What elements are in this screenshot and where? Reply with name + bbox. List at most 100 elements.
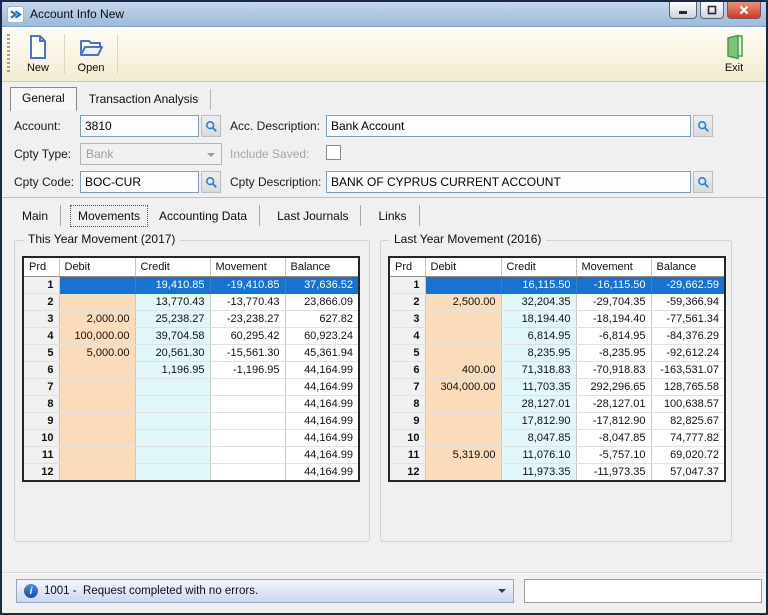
minimize-button[interactable] — [669, 2, 697, 19]
column-header-movement[interactable]: Movement — [210, 257, 286, 277]
column-header-balance[interactable]: Balance — [651, 257, 726, 277]
column-header-prd[interactable]: Prd — [23, 257, 60, 277]
table-row[interactable]: 7 44,164.99 — [23, 378, 360, 396]
cell-bal[interactable]: 100,638.57 — [651, 395, 726, 413]
cell-debit[interactable] — [59, 361, 136, 379]
cell-move[interactable]: -5,757.10 — [576, 446, 652, 464]
cell-bal[interactable]: 44,164.99 — [285, 395, 360, 413]
column-header-debit[interactable]: Debit — [59, 257, 136, 277]
table-row[interactable]: 11 5,319.00 11,076.10 -5,757.10 69,020.72 — [389, 446, 726, 464]
cell-move[interactable]: -70,918.83 — [576, 361, 652, 379]
cell-bal[interactable]: 627.82 — [285, 310, 360, 328]
cell-prd[interactable]: 8 — [23, 395, 60, 413]
close-button[interactable] — [727, 2, 761, 19]
cell-credit[interactable] — [135, 463, 211, 482]
cell-debit[interactable]: 2,000.00 — [59, 310, 136, 328]
cell-credit[interactable]: 71,318.83 — [501, 361, 577, 379]
cell-prd[interactable]: 7 — [23, 378, 60, 396]
cell-bal[interactable]: -84,376.29 — [651, 327, 726, 345]
table-row[interactable]: 9 44,164.99 — [23, 412, 360, 430]
cell-credit[interactable]: 11,076.10 — [501, 446, 577, 464]
subtab-last-journals[interactable]: Last Journals — [270, 206, 355, 226]
cell-bal[interactable]: -29,662.59 — [651, 276, 726, 294]
cell-bal[interactable]: -163,531.07 — [651, 361, 726, 379]
cell-prd[interactable]: 5 — [23, 344, 60, 362]
cell-prd[interactable]: 8 — [389, 395, 426, 413]
table-row[interactable]: 2 2,500.00 32,204.35 -29,704.35 -59,366.94 — [389, 293, 726, 311]
cell-bal[interactable]: 44,164.99 — [285, 429, 360, 447]
cell-debit[interactable] — [425, 429, 502, 447]
cell-prd[interactable]: 12 — [389, 463, 426, 482]
table-row[interactable]: 3 2,000.00 25,238.27 -23,238.27 627.82 — [23, 310, 360, 328]
table-row[interactable]: 6 400.00 71,318.83 -70,918.83 -163,531.07 — [389, 361, 726, 379]
table-row[interactable]: 10 8,047.85 -8,047.85 74,777.82 — [389, 429, 726, 447]
cell-debit[interactable]: 5,000.00 — [59, 344, 136, 362]
cell-move[interactable]: -13,770.43 — [210, 293, 286, 311]
cpty-code-input[interactable] — [80, 171, 199, 193]
cell-move[interactable]: -28,127.01 — [576, 395, 652, 413]
cell-bal[interactable]: 82,825.67 — [651, 412, 726, 430]
cell-debit[interactable]: 100,000.00 — [59, 327, 136, 345]
cell-bal[interactable]: 45,361.94 — [285, 344, 360, 362]
cell-debit[interactable] — [59, 395, 136, 413]
cell-move[interactable]: 292,296.65 — [576, 378, 652, 396]
cell-bal[interactable]: 57,047.37 — [651, 463, 726, 482]
column-header-prd[interactable]: Prd — [389, 257, 426, 277]
cell-credit[interactable]: 25,238.27 — [135, 310, 211, 328]
cell-prd[interactable]: 11 — [23, 446, 60, 464]
cell-credit[interactable]: 20,561.30 — [135, 344, 211, 362]
column-header-debit[interactable]: Debit — [425, 257, 502, 277]
cell-bal[interactable]: -77,561.34 — [651, 310, 726, 328]
table-row[interactable]: 8 44,164.99 — [23, 395, 360, 413]
cell-credit[interactable]: 28,127.01 — [501, 395, 577, 413]
cell-move[interactable]: -29,704.35 — [576, 293, 652, 311]
cpty-description-search-button[interactable] — [693, 171, 713, 193]
cell-move[interactable]: -19,410.85 — [210, 276, 286, 294]
cell-credit[interactable]: 11,973.35 — [501, 463, 577, 482]
cell-debit[interactable] — [425, 344, 502, 362]
acc-description-input[interactable] — [326, 115, 691, 137]
cell-bal[interactable]: 69,020.72 — [651, 446, 726, 464]
cell-prd[interactable]: 2 — [389, 293, 426, 311]
cell-bal[interactable]: 44,164.99 — [285, 378, 360, 396]
tab-transaction-analysis[interactable]: Transaction Analysis — [77, 89, 212, 110]
acc-description-search-button[interactable] — [693, 115, 713, 137]
cell-prd[interactable]: 5 — [389, 344, 426, 362]
cell-prd[interactable]: 9 — [389, 412, 426, 430]
cell-prd[interactable]: 7 — [389, 378, 426, 396]
cell-debit[interactable] — [59, 293, 136, 311]
cell-move[interactable] — [210, 463, 286, 482]
column-header-movement[interactable]: Movement — [576, 257, 652, 277]
cell-move[interactable]: -17,812.90 — [576, 412, 652, 430]
cell-move[interactable]: -8,047.85 — [576, 429, 652, 447]
cell-debit[interactable] — [59, 276, 136, 294]
cell-move[interactable] — [210, 429, 286, 447]
cell-bal[interactable]: -59,366.94 — [651, 293, 726, 311]
cell-debit[interactable]: 2,500.00 — [425, 293, 502, 311]
cell-credit[interactable]: 13,770.43 — [135, 293, 211, 311]
table-row[interactable]: 5 8,235.95 -8,235.95 -92,612.24 — [389, 344, 726, 362]
cell-bal[interactable]: 44,164.99 — [285, 412, 360, 430]
status-message-combo[interactable]: i 1001 - Request completed with no error… — [16, 579, 514, 603]
cell-debit[interactable]: 400.00 — [425, 361, 502, 379]
cell-credit[interactable]: 8,235.95 — [501, 344, 577, 362]
cell-move[interactable] — [210, 378, 286, 396]
table-row[interactable]: 4 6,814.95 -6,814.95 -84,376.29 — [389, 327, 726, 345]
cell-credit[interactable] — [135, 429, 211, 447]
cell-prd[interactable]: 10 — [23, 429, 60, 447]
cell-bal[interactable]: 44,164.99 — [285, 361, 360, 379]
cell-debit[interactable] — [59, 378, 136, 396]
table-row[interactable]: 1 19,410.85 -19,410.85 37,636.52 — [23, 276, 360, 294]
cell-debit[interactable] — [59, 429, 136, 447]
subtab-movements[interactable]: Movements — [70, 204, 149, 227]
cell-prd[interactable]: 1 — [23, 276, 60, 294]
title-bar[interactable]: Account Info New — [2, 2, 766, 27]
table-row[interactable]: 8 28,127.01 -28,127.01 100,638.57 — [389, 395, 726, 413]
cell-move[interactable]: 60,295.42 — [210, 327, 286, 345]
cell-debit[interactable] — [425, 395, 502, 413]
subtab-accounting-data[interactable]: Accounting Data — [152, 206, 254, 226]
table-row[interactable]: 5 5,000.00 20,561.30 -15,561.30 45,361.94 — [23, 344, 360, 362]
last-year-movement-table[interactable]: Prd Debit Credit Movement Balance 1 16,115.50… — [388, 256, 726, 482]
cell-debit[interactable] — [425, 327, 502, 345]
cell-bal[interactable]: 74,777.82 — [651, 429, 726, 447]
